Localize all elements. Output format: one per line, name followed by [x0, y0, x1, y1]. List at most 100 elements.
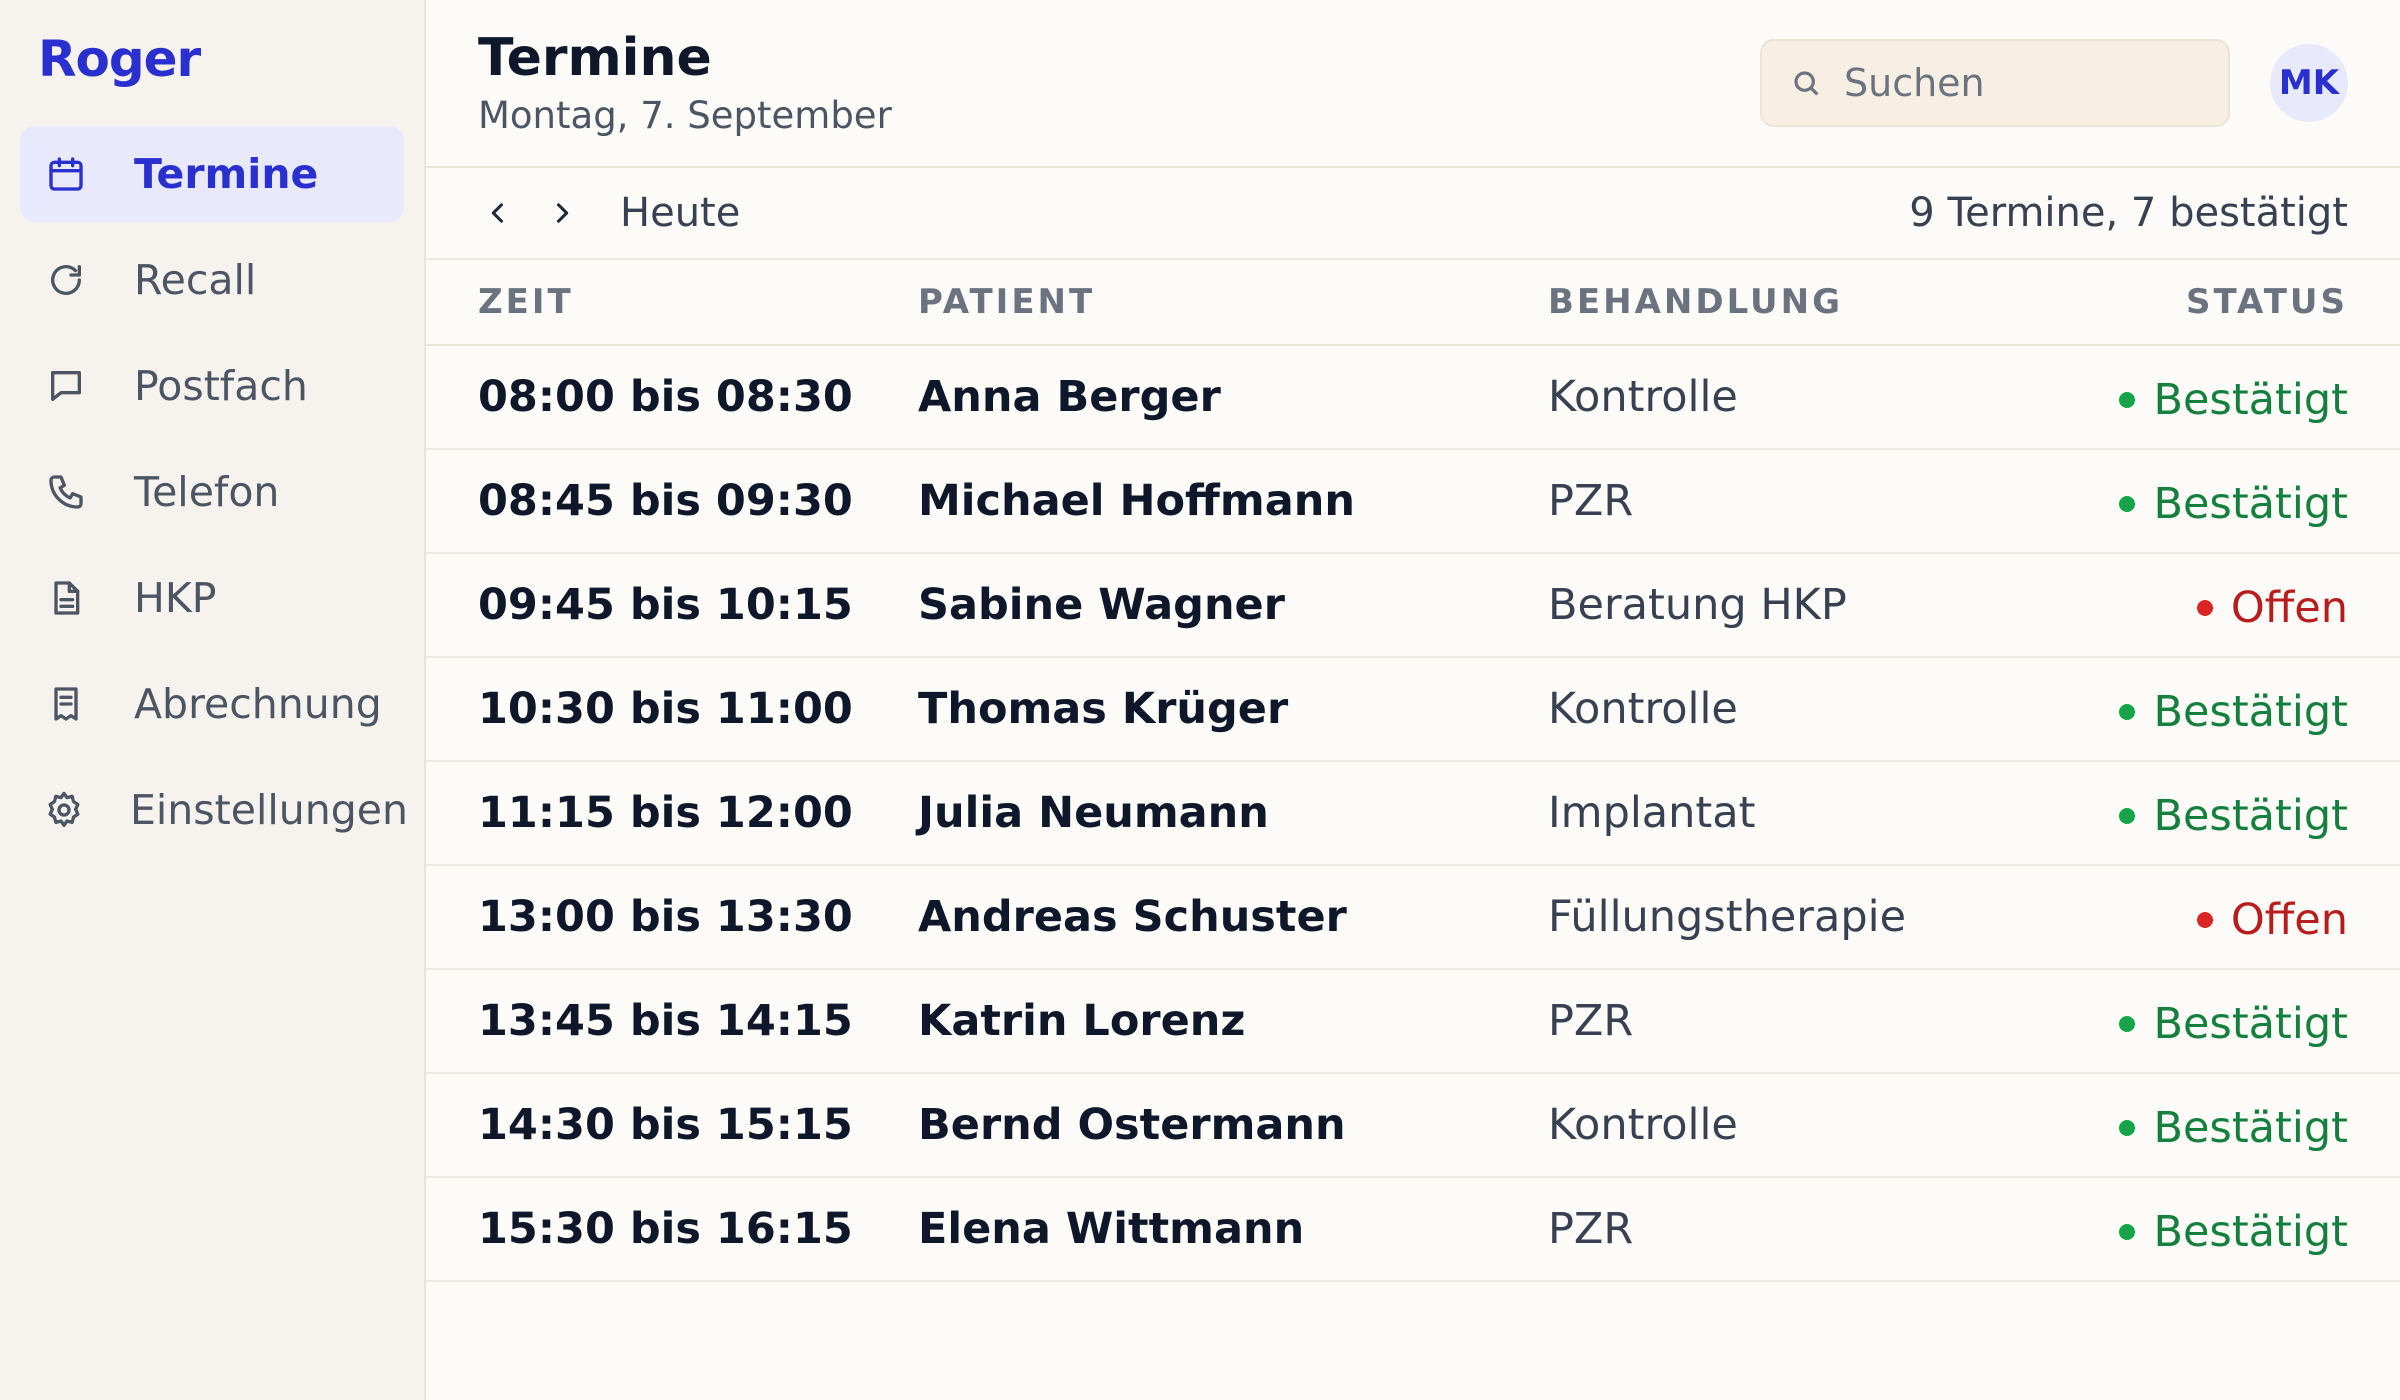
appointment-time: 09:45 bis 10:15 [426, 553, 918, 658]
patient-name: Bernd Ostermann [918, 1073, 1548, 1178]
status-cell: Bestätigt [2025, 1073, 2400, 1178]
table-row[interactable]: 08:00 bis 08:30 Anna Berger Kontrolle Bestä… [426, 345, 2400, 450]
appointment-time: 08:45 bis 09:30 [426, 449, 918, 554]
table-row[interactable]: 15:30 bis 16:15 Elena Wittmann PZR Bestätig… [426, 1177, 2400, 1282]
document-icon [44, 576, 88, 620]
patient-name: Thomas Krüger [918, 657, 1548, 762]
table-row[interactable]: 09:45 bis 10:15 Sabine Wagner Beratung HKP… [426, 553, 2400, 658]
table-row[interactable]: 13:00 bis 13:30 Andreas Schuster Füllungst… [426, 865, 2400, 970]
logo: Roger [38, 30, 201, 88]
appointment-time: 08:00 bis 08:30 [426, 345, 918, 450]
treatment-name: Kontrolle [1548, 1073, 2026, 1178]
treatment-name: Kontrolle [1548, 345, 2026, 450]
status-cell: Bestätigt [2025, 657, 2400, 762]
status-cell: Bestätigt [2025, 969, 2400, 1074]
status-label: Bestätigt [2153, 687, 2348, 737]
status-label: Bestätigt [2153, 1103, 2348, 1153]
status-dot-icon [2196, 600, 2213, 616]
status-cell: Offen [2025, 553, 2400, 658]
status-label: Bestätigt [2153, 791, 2348, 841]
previous-day-button[interactable] [478, 193, 518, 233]
sidebar-item-label: Termine [134, 150, 319, 198]
status-badge: Bestätigt [2119, 375, 2348, 425]
status-dot-icon [2119, 704, 2136, 720]
today-button[interactable]: Heute [620, 190, 740, 236]
status-dot-icon [2119, 392, 2136, 408]
chevron-right-icon [556, 203, 569, 223]
sidebar-item-hkp[interactable]: HKP [20, 550, 404, 646]
treatment-name: Füllungstherapie [1548, 865, 2026, 970]
appointments-body: 08:00 bis 08:30 Anna Berger Kontrolle Bestä… [426, 345, 2400, 1282]
date-navigation: Heute [478, 190, 740, 236]
search-box[interactable] [1760, 39, 2230, 127]
appointment-time: 13:00 bis 13:30 [426, 865, 918, 970]
status-badge: Bestätigt [2119, 687, 2348, 737]
treatment-name: Implantat [1548, 761, 2026, 866]
status-badge: Offen [2196, 583, 2348, 633]
column-header-time[interactable]: ZEIT [426, 260, 918, 346]
search-icon [1794, 71, 1819, 96]
status-cell: Bestätigt [2025, 449, 2400, 554]
sidebar-item-label: HKP [134, 574, 217, 622]
table-row[interactable]: 10:30 bis 11:00 Thomas Krüger Kontrolle Bes… [426, 657, 2400, 762]
sidebar-item-label: Telefon [134, 468, 280, 516]
gear-icon [44, 788, 84, 832]
status-badge: Bestätigt [2119, 1207, 2348, 1257]
status-dot-icon [2119, 808, 2136, 824]
sidebar-item-postfach[interactable]: Postfach [20, 338, 404, 434]
status-dot-icon [2196, 912, 2213, 928]
table-row[interactable]: 14:30 bis 15:15 Bernd Ostermann Kontrolle B… [426, 1073, 2400, 1178]
calendar-icon [44, 152, 88, 196]
avatar[interactable]: MK [2270, 44, 2348, 122]
sidebar-item-termine[interactable]: Termine [20, 126, 404, 222]
sidebar-item-abrechnung[interactable]: Abrechnung [20, 656, 404, 752]
status-cell: Bestätigt [2025, 1177, 2400, 1282]
treatment-name: PZR [1548, 969, 2026, 1074]
column-header-patient[interactable]: PATIENT [918, 260, 1548, 346]
patient-name: Andreas Schuster [918, 865, 1548, 970]
appointment-time: 13:45 bis 14:15 [426, 969, 918, 1074]
search-input[interactable] [1842, 60, 2200, 106]
sidebar-item-label: Einstellungen [130, 786, 408, 834]
sidebar-item-recall[interactable]: Recall [20, 232, 404, 328]
status-label: Bestätigt [2153, 479, 2348, 529]
table-row[interactable]: 08:45 bis 09:30 Michael Hoffmann PZR Bestät… [426, 449, 2400, 554]
sidebar-item-telefon[interactable]: Telefon [20, 444, 404, 540]
patient-name: Elena Wittmann [918, 1177, 1548, 1282]
status-dot-icon [2119, 1224, 2136, 1240]
status-cell: Bestätigt [2025, 345, 2400, 450]
sidebar-item-label: Postfach [134, 362, 308, 410]
status-badge: Bestätigt [2119, 1103, 2348, 1153]
patient-name: Katrin Lorenz [918, 969, 1548, 1074]
next-day-button[interactable] [542, 193, 582, 233]
page-header: Termine Montag, 7. September MK [426, 0, 2400, 168]
sidebar-item-einstellungen[interactable]: Einstellungen [20, 762, 408, 858]
status-badge: Bestätigt [2119, 791, 2348, 841]
table-row[interactable]: 11:15 bis 12:00 Julia Neumann Implantat Bes… [426, 761, 2400, 866]
column-header-treatment[interactable]: BEHANDLUNG [1548, 260, 2026, 346]
status-label: Offen [2230, 583, 2348, 633]
appointment-summary: 9 Termine, 7 bestätigt [1909, 190, 2348, 236]
treatment-name: Beratung HKP [1548, 553, 2026, 658]
header-actions: MK [1760, 39, 2348, 127]
status-label: Bestätigt [2153, 999, 2348, 1049]
status-badge: Bestätigt [2119, 479, 2348, 529]
sidebar-nav: Termine Recall Postfach Telefon HKP Abre… [20, 126, 408, 858]
status-label: Bestätigt [2153, 1207, 2348, 1257]
patient-name: Sabine Wagner [918, 553, 1548, 658]
treatment-name: Kontrolle [1548, 657, 2026, 762]
column-header-status[interactable]: STATUS [2025, 260, 2400, 346]
status-cell: Offen [2025, 865, 2400, 970]
title-block: Termine Montag, 7. September [478, 28, 892, 138]
sidebar: Roger Termine Recall Postfach Telefon HK… [0, 0, 426, 1400]
table-row[interactable]: 13:45 bis 14:15 Katrin Lorenz PZR Bestätigt [426, 969, 2400, 1074]
patient-name: Anna Berger [918, 345, 1548, 450]
main-content: Termine Montag, 7. September MK Heute [426, 0, 2400, 1400]
date-toolbar: Heute 9 Termine, 7 bestätigt [426, 168, 2400, 260]
status-dot-icon [2119, 1016, 2136, 1032]
phone-icon [44, 470, 88, 514]
appointment-time: 15:30 bis 16:15 [426, 1177, 918, 1282]
chevron-left-icon [491, 203, 504, 223]
status-cell: Bestätigt [2025, 761, 2400, 866]
treatment-name: PZR [1548, 1177, 2026, 1282]
